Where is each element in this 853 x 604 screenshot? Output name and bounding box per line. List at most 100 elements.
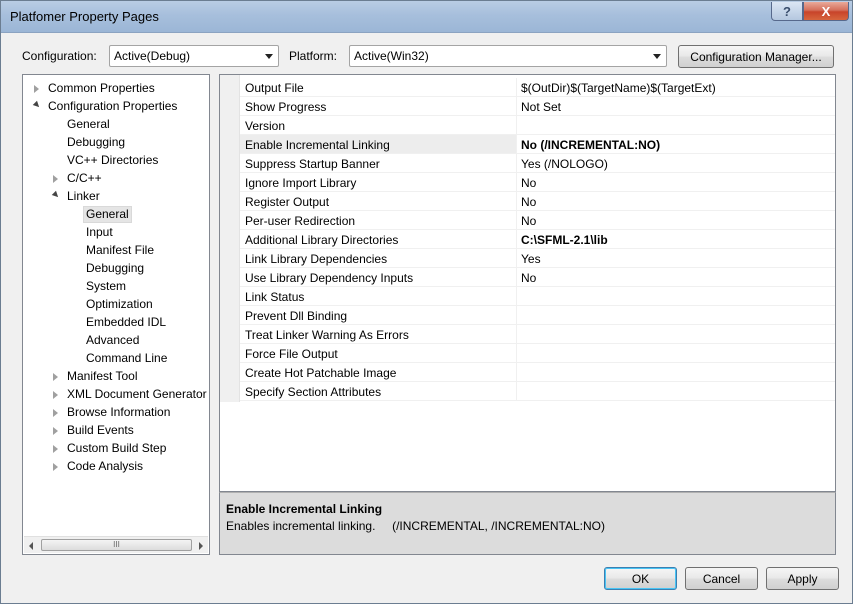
apply-button[interactable]: Apply: [766, 567, 839, 590]
property-name: Specify Section Attributes: [245, 385, 382, 399]
property-value[interactable]: [516, 344, 835, 362]
property-row[interactable]: Show Progress Not Set: [240, 97, 835, 116]
property-value[interactable]: Yes: [516, 249, 835, 267]
tree-item[interactable]: Common Properties: [48, 80, 155, 97]
help-icon: ?: [783, 3, 791, 19]
tree-item[interactable]: XML Document Generator: [67, 386, 207, 403]
tree-item[interactable]: VC++ Directories: [67, 152, 158, 169]
property-value[interactable]: [516, 382, 835, 400]
tree-item[interactable]: Debugging: [67, 134, 125, 151]
collapsed-arrow-icon[interactable]: [53, 373, 58, 381]
collapsed-arrow-icon[interactable]: [53, 445, 58, 453]
property-row[interactable]: Link Status: [240, 287, 835, 306]
property-name: Treat Linker Warning As Errors: [245, 328, 409, 342]
property-row[interactable]: Enable Incremental Linking No (/INCREMENT…: [240, 135, 835, 154]
scrollbar-thumb[interactable]: III: [41, 539, 192, 551]
property-value[interactable]: No: [516, 211, 835, 229]
property-tree[interactable]: Common Properties Configuration Propertie…: [22, 74, 210, 555]
tree-item[interactable]: Manifest Tool: [67, 368, 137, 385]
tree-item[interactable]: Browse Information: [67, 404, 170, 421]
description-title: Enable Incremental Linking: [226, 502, 383, 516]
tree-item[interactable]: Manifest File: [86, 242, 154, 259]
property-name: Register Output: [245, 195, 330, 209]
tree-item[interactable]: C/C++: [67, 170, 102, 187]
close-icon: X: [821, 3, 831, 19]
configuration-label: Configuration:: [22, 49, 97, 63]
property-value[interactable]: No (/INCREMENTAL:NO): [516, 135, 835, 153]
property-value[interactable]: [516, 325, 835, 343]
ok-button[interactable]: OK: [604, 567, 677, 590]
tree-item[interactable]: Debugging: [86, 260, 144, 277]
property-row[interactable]: Prevent Dll Binding: [240, 306, 835, 325]
property-row[interactable]: Specify Section Attributes: [240, 382, 835, 401]
property-name: Link Status: [245, 290, 305, 304]
scroll-right-icon[interactable]: [199, 542, 203, 550]
grid-margin: [220, 75, 240, 402]
tree-item[interactable]: Embedded IDL: [86, 314, 166, 331]
collapsed-arrow-icon[interactable]: [53, 391, 58, 399]
tree-item[interactable]: General: [67, 116, 110, 133]
property-value[interactable]: Yes (/NOLOGO): [516, 154, 835, 172]
property-name: Version: [245, 119, 286, 133]
tree-item[interactable]: Input: [86, 224, 113, 241]
property-row[interactable]: Treat Linker Warning As Errors: [240, 325, 835, 344]
collapsed-arrow-icon[interactable]: [53, 409, 58, 417]
property-value[interactable]: Not Set: [516, 97, 835, 115]
tree-item[interactable]: Advanced: [86, 332, 139, 349]
platform-dropdown[interactable]: Active(Win32): [349, 45, 667, 67]
tree-item[interactable]: Command Line: [86, 350, 167, 367]
close-button[interactable]: X: [803, 2, 849, 21]
property-value[interactable]: [516, 306, 835, 324]
property-pages-window: Platfomer Property Pages ? X Configurati…: [0, 0, 853, 604]
property-value[interactable]: [516, 116, 835, 134]
property-row[interactable]: Suppress Startup Banner Yes (/NOLOGO): [240, 154, 835, 173]
property-grid[interactable]: Output File $(OutDir)$(TargetName)$(Targe…: [219, 74, 836, 492]
property-name: Additional Library Directories: [245, 233, 399, 247]
property-row[interactable]: Per-user Redirection No: [240, 211, 835, 230]
platform-value: Active(Win32): [354, 49, 429, 63]
collapsed-arrow-icon[interactable]: [53, 175, 58, 183]
expanded-arrow-icon[interactable]: [51, 190, 61, 200]
property-value[interactable]: No: [516, 173, 835, 191]
property-row[interactable]: Additional Library Directories C:\SFML-2.…: [240, 230, 835, 249]
collapsed-arrow-icon[interactable]: [53, 427, 58, 435]
property-row[interactable]: Register Output No: [240, 192, 835, 211]
property-value[interactable]: No: [516, 268, 835, 286]
tree-item[interactable]: Linker: [67, 188, 100, 205]
tree-item[interactable]: Build Events: [67, 422, 134, 439]
property-name: Ignore Import Library: [245, 176, 357, 190]
cancel-button[interactable]: Cancel: [685, 567, 758, 590]
property-row[interactable]: Use Library Dependency Inputs No: [240, 268, 835, 287]
property-row[interactable]: Ignore Import Library No: [240, 173, 835, 192]
property-name: Force File Output: [245, 347, 338, 361]
property-row[interactable]: Link Library Dependencies Yes: [240, 249, 835, 268]
property-value[interactable]: [516, 363, 835, 381]
help-button[interactable]: ?: [771, 2, 803, 21]
property-row[interactable]: Output File $(OutDir)$(TargetName)$(Targe…: [240, 78, 835, 97]
tree-item[interactable]: Code Analysis: [67, 458, 143, 475]
configuration-dropdown[interactable]: Active(Debug): [109, 45, 279, 67]
chevron-down-icon: [265, 54, 273, 59]
tree-horizontal-scrollbar[interactable]: III: [24, 536, 208, 553]
collapsed-arrow-icon[interactable]: [34, 85, 39, 93]
tree-item[interactable]: System: [86, 278, 126, 295]
collapsed-arrow-icon[interactable]: [53, 463, 58, 471]
property-row[interactable]: Version: [240, 116, 835, 135]
property-row[interactable]: Create Hot Patchable Image: [240, 363, 835, 382]
scroll-left-icon[interactable]: [29, 542, 33, 550]
property-row[interactable]: Force File Output: [240, 344, 835, 363]
tree-item[interactable]: General: [83, 206, 132, 223]
property-value[interactable]: No: [516, 192, 835, 210]
tree-item[interactable]: Optimization: [86, 296, 153, 313]
chevron-down-icon: [653, 54, 661, 59]
property-value[interactable]: $(OutDir)$(TargetName)$(TargetExt): [516, 78, 835, 96]
property-name: Prevent Dll Binding: [245, 309, 348, 323]
tree-item[interactable]: Custom Build Step: [67, 440, 166, 457]
property-name: Suppress Startup Banner: [245, 157, 380, 171]
property-value[interactable]: C:\SFML-2.1\lib: [516, 230, 835, 248]
tree-item[interactable]: Configuration Properties: [48, 98, 177, 115]
property-value[interactable]: [516, 287, 835, 305]
expanded-arrow-icon[interactable]: [32, 100, 42, 110]
title-bar[interactable]: Platfomer Property Pages ? X: [1, 1, 852, 33]
configuration-manager-button[interactable]: Configuration Manager...: [678, 45, 834, 68]
